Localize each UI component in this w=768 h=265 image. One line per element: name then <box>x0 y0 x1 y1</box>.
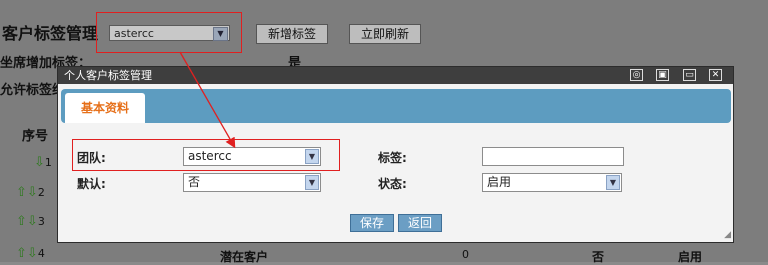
row-4-count: 0 <box>462 248 469 261</box>
arrow-up-icon[interactable]: ⇧ <box>16 185 27 200</box>
restore-icon[interactable]: ◎ <box>630 69 643 81</box>
row-3-arrows[interactable]: ⇧⇩3 <box>16 214 45 229</box>
row-4-default: 否 <box>592 250 605 264</box>
default-select-value: 否 <box>188 175 201 189</box>
row-4-name: 潜在客户 <box>220 250 269 264</box>
arrow-down-icon[interactable]: ⇩ <box>27 214 38 229</box>
dialog-title: 个人客户标签管理 <box>64 69 152 82</box>
fullscreen-icon[interactable]: ▣ <box>656 69 669 81</box>
save-button[interactable]: 保存 <box>350 214 394 232</box>
row-4-status: 启用 <box>678 250 703 264</box>
row-2-arrows[interactable]: ⇧⇩2 <box>16 185 45 200</box>
row-1-arrows[interactable]: ⇩1 <box>34 155 52 170</box>
arrow-up-icon[interactable]: ⇧ <box>16 214 27 229</box>
arrow-down-icon[interactable]: ⇩ <box>27 185 38 200</box>
default-select[interactable]: 否 ▼ <box>183 173 321 192</box>
status-select-value: 启用 <box>487 175 512 189</box>
dialog-tab-bar: 基本资料 <box>61 89 731 123</box>
seq-header: 序号 <box>22 129 49 144</box>
chevron-down-icon: ▼ <box>305 175 319 190</box>
tag-input[interactable] <box>482 147 624 166</box>
refresh-button[interactable]: 立即刷新 <box>349 24 421 44</box>
resize-handle-icon[interactable]: ◢ <box>724 230 731 240</box>
tag-label: 标签: <box>378 151 407 165</box>
close-icon[interactable]: ✕ <box>709 69 722 81</box>
arrow-down-icon[interactable]: ⇩ <box>27 246 38 261</box>
maximize-icon[interactable]: ▭ <box>683 69 696 81</box>
add-tag-button[interactable]: 新增标签 <box>256 24 328 44</box>
status-label: 状态: <box>378 177 407 191</box>
dialog-titlebar[interactable]: 个人客户标签管理 ◎ ▣ ▭ ✕ <box>58 67 733 84</box>
page-title: 客户标签管理 <box>2 24 99 43</box>
highlight-box-team-row <box>72 139 340 171</box>
status-select[interactable]: 启用 ▼ <box>482 173 622 192</box>
chevron-down-icon: ▼ <box>606 175 620 190</box>
tab-basic-info[interactable]: 基本资料 <box>65 93 145 123</box>
allow-tag-label: 允许标签维 <box>0 83 66 98</box>
highlight-box-background-select <box>96 12 242 53</box>
arrow-down-icon[interactable]: ⇩ <box>34 155 45 170</box>
row-4-arrows[interactable]: ⇧⇩4 <box>16 246 45 261</box>
arrow-up-icon[interactable]: ⇧ <box>16 246 27 261</box>
back-button[interactable]: 返回 <box>398 214 442 232</box>
default-label: 默认: <box>77 177 106 191</box>
